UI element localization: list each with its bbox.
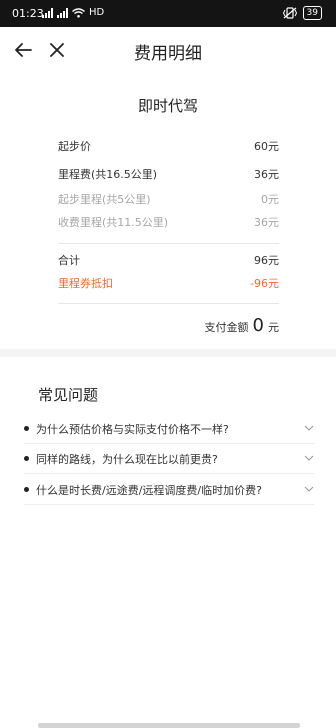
fee-label: 起步里程(共5公里)	[58, 193, 151, 206]
fee-value: 0元	[261, 193, 279, 206]
faq-title: 常见问题	[38, 386, 99, 404]
faq-section: 常见问题 为什么预估价格与实际支付价格不一样? 同样的路线，为什么现在比以前更贵…	[0, 357, 336, 728]
fee-value: 36元	[254, 168, 279, 181]
fee-detail-card: 即时代驾 起步价 60元 里程费(共16.5公里) 36元 起步里程(共5公里)…	[0, 73, 336, 349]
faq-question: 同样的路线，为什么现在比以前更贵?	[36, 453, 218, 466]
fee-row-coupon: 里程券抵扣 -96元	[58, 274, 279, 292]
nav-bar: 费用明细	[0, 27, 336, 73]
status-bar: 01:23 HD 39	[0, 0, 336, 27]
payment-amount: 支付金额 0 元	[205, 315, 279, 336]
faq-question: 什么是时长费/远途费/远程调度费/临时加价费?	[36, 484, 262, 497]
fee-row-total: 合计 96元	[58, 251, 279, 269]
fee-row-base: 起步价 60元	[58, 137, 279, 155]
status-time: 01:23	[12, 7, 44, 20]
pay-label: 支付金额	[204, 321, 249, 334]
fee-row-charged-mileage: 收费里程(共11.5公里) 36元	[58, 213, 279, 231]
bullet-icon	[24, 456, 29, 461]
fee-label: 里程费(共16.5公里)	[58, 168, 158, 181]
faq-question: 为什么预估价格与实际支付价格不一样?	[36, 423, 229, 436]
fee-label: 收费里程(共11.5公里)	[58, 216, 169, 229]
divider	[58, 303, 279, 304]
home-indicator	[38, 723, 300, 728]
vibrate-icon	[282, 7, 297, 19]
signal-icon	[57, 7, 68, 18]
page-title: 费用明细	[134, 44, 202, 64]
chevron-down-icon	[304, 455, 314, 461]
chevron-down-icon	[304, 425, 314, 431]
status-right: 39	[282, 6, 322, 20]
fee-value: -96元	[250, 277, 279, 290]
fee-value: 96元	[254, 254, 279, 267]
faq-item[interactable]: 什么是时长费/远途费/远程调度费/临时加价费?	[24, 476, 314, 505]
pay-amount-value: 0	[252, 315, 264, 336]
network-type: HD	[89, 7, 105, 18]
divider	[58, 243, 279, 244]
fee-label: 合计	[58, 254, 80, 267]
fee-row-mileage: 里程费(共16.5公里) 36元	[58, 165, 279, 183]
bullet-icon	[24, 487, 29, 492]
battery-indicator: 39	[302, 6, 322, 20]
faq-item[interactable]: 为什么预估价格与实际支付价格不一样?	[24, 415, 314, 444]
fee-row-start-mileage: 起步里程(共5公里) 0元	[58, 190, 279, 208]
chevron-down-icon	[304, 486, 314, 492]
fee-label: 里程券抵扣	[58, 277, 113, 290]
service-type: 即时代驾	[137, 97, 198, 115]
signal-icon	[42, 7, 53, 18]
wifi-icon	[72, 7, 85, 18]
status-icons: HD	[42, 7, 104, 18]
fee-label: 起步价	[58, 140, 91, 153]
bullet-icon	[24, 426, 29, 431]
faq-item[interactable]: 同样的路线，为什么现在比以前更贵?	[24, 445, 314, 474]
fee-value: 36元	[254, 216, 279, 229]
fee-value: 60元	[254, 140, 279, 153]
pay-unit: 元	[268, 321, 279, 334]
